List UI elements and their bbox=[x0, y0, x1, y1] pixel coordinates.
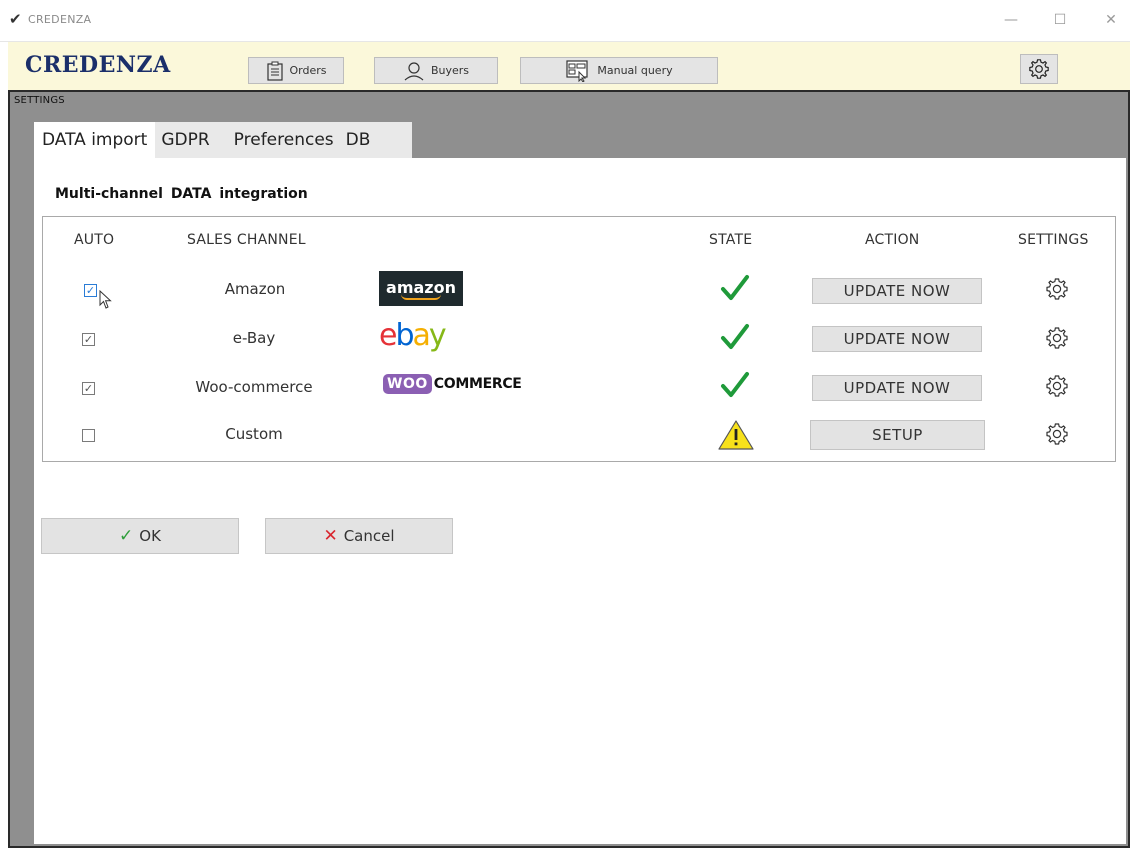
auto-checkbox-custom[interactable] bbox=[82, 429, 95, 442]
state-ok-icon bbox=[721, 275, 749, 300]
channel-name-ebay: e-Bay bbox=[232, 329, 276, 347]
window-title: CREDENZA bbox=[28, 13, 92, 26]
ebay-logo: ebay bbox=[379, 318, 447, 353]
ok-label: OK bbox=[139, 527, 161, 545]
gear-icon bbox=[1029, 59, 1049, 79]
column-header-auto: AUTO bbox=[74, 232, 115, 248]
brand-logo: CREDENZA bbox=[25, 52, 171, 78]
update-now-button-amazon[interactable]: UPDATE NOW bbox=[812, 278, 982, 304]
column-header-sales-channel: SALES CHANNEL bbox=[187, 232, 306, 248]
ebay-logo-b: b bbox=[395, 318, 414, 353]
state-ok-icon bbox=[721, 324, 749, 349]
channel-name-custom: Custom bbox=[225, 425, 283, 443]
channel-name-woocommerce: Woo-commerce bbox=[195, 378, 313, 396]
gear-icon[interactable] bbox=[1045, 277, 1069, 301]
orders-button[interactable]: Orders bbox=[248, 57, 344, 84]
close-icon: ✕ bbox=[323, 526, 338, 546]
column-header-settings: SETTINGS bbox=[1018, 232, 1089, 248]
gear-icon[interactable] bbox=[1045, 374, 1069, 398]
app-settings-button[interactable] bbox=[1020, 54, 1058, 84]
mouse-cursor-icon bbox=[99, 290, 112, 309]
gear-icon[interactable] bbox=[1045, 422, 1069, 446]
checkmark-icon: ✓ bbox=[119, 526, 134, 546]
column-header-action: ACTION bbox=[865, 232, 920, 248]
ok-button[interactable]: ✓ OK bbox=[41, 518, 239, 554]
orders-label: Orders bbox=[289, 64, 327, 77]
channel-name-amazon: Amazon bbox=[224, 280, 286, 298]
state-ok-icon bbox=[721, 372, 749, 397]
window-titlebar: ✔ CREDENZA — ☐ ✕ bbox=[0, 0, 1130, 42]
close-button[interactable]: ✕ bbox=[1094, 8, 1128, 32]
settings-tabs: DATA import GDPR Preferences DB bbox=[34, 122, 413, 158]
setup-button-custom[interactable]: SETUP bbox=[810, 420, 985, 450]
ebay-logo-a: a bbox=[412, 318, 431, 353]
tab-preferences[interactable]: Preferences bbox=[227, 122, 340, 158]
section-title: Multi-channel DATA integration bbox=[55, 186, 308, 202]
clipboard-list-icon bbox=[266, 61, 283, 81]
cancel-label: Cancel bbox=[343, 527, 395, 545]
buyers-label: Buyers bbox=[430, 64, 470, 77]
woocommerce-logo-commerce: COMMERCE bbox=[433, 376, 522, 392]
minimize-button[interactable]: — bbox=[994, 8, 1028, 32]
auto-checkbox-ebay[interactable]: ✓ bbox=[82, 333, 95, 346]
tab-gdpr[interactable]: GDPR bbox=[155, 122, 228, 158]
amazon-smile-icon bbox=[401, 294, 441, 300]
auto-checkbox-amazon[interactable]: ✓ bbox=[84, 284, 97, 297]
checkmark-icon: ✔ bbox=[9, 10, 22, 28]
amazon-logo: amazon bbox=[379, 271, 463, 306]
gear-icon[interactable] bbox=[1045, 326, 1069, 350]
tab-db[interactable]: DB bbox=[339, 122, 413, 158]
tab-data-import[interactable]: DATA import bbox=[34, 122, 156, 158]
update-now-button-woocommerce[interactable]: UPDATE NOW bbox=[812, 375, 982, 401]
maximize-button[interactable]: ☐ bbox=[1043, 8, 1077, 32]
ebay-logo-y: y bbox=[428, 318, 447, 353]
woocommerce-logo: WOO COMMERCE bbox=[383, 374, 522, 394]
buyers-button[interactable]: Buyers bbox=[374, 57, 498, 84]
auto-checkbox-woocommerce[interactable]: ✓ bbox=[82, 382, 95, 395]
app-header: CREDENZA Orders Buyers Manual query bbox=[8, 42, 1130, 90]
query-form-icon bbox=[566, 59, 588, 82]
cancel-button[interactable]: ✕ Cancel bbox=[265, 518, 453, 554]
settings-label: SETTINGS bbox=[14, 95, 65, 106]
warning-icon bbox=[718, 420, 754, 450]
woocommerce-logo-woo: WOO bbox=[383, 374, 432, 394]
manual-query-label: Manual query bbox=[597, 64, 673, 77]
ebay-logo-e: e bbox=[379, 318, 398, 353]
manual-query-button[interactable]: Manual query bbox=[520, 57, 718, 84]
user-icon bbox=[404, 61, 424, 80]
column-header-state: STATE bbox=[709, 232, 753, 248]
update-now-button-ebay[interactable]: UPDATE NOW bbox=[812, 326, 982, 352]
